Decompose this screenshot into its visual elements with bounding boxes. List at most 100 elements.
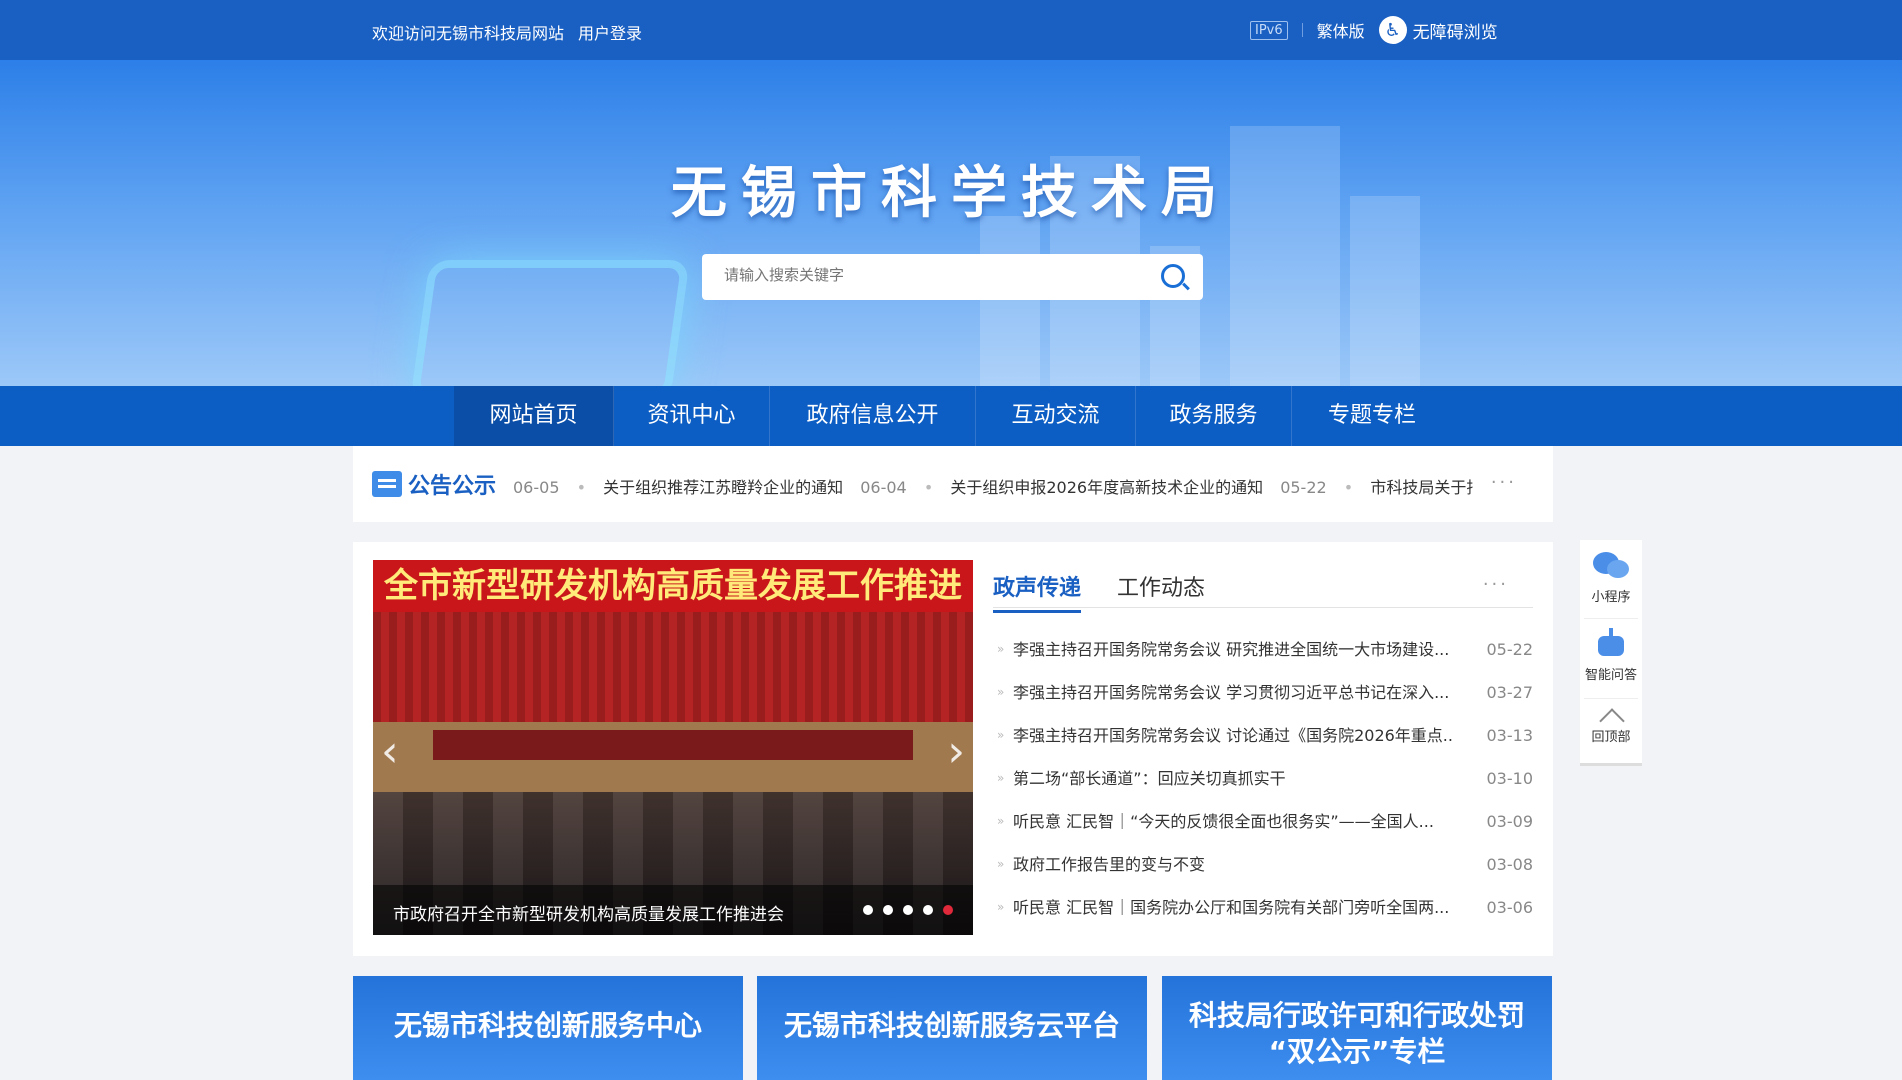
nav-item-gov-info[interactable]: 政府信息公开 [770,386,976,446]
top-bar-right: IPv6 繁体版 ♿ 无障碍浏览 [1250,16,1498,44]
news-title[interactable]: 李强主持召开国务院常务会议 讨论通过《国务院2026年重点... [1013,714,1453,757]
news-date: 03-08 [1486,855,1534,874]
banner-hexagon-decoration [410,260,690,386]
nav-item-interaction[interactable]: 互动交流 [976,386,1136,446]
list-item[interactable]: » 政府工作报告里的变与不变 03-08 [993,843,1533,886]
list-item[interactable]: » 第二场“部长通道”：回应关切真抓实干 03-10 [993,757,1533,800]
site-title: 无锡市科学技术局 [671,161,1231,226]
divider [1584,618,1638,619]
mini-program-button[interactable]: 小程序 [1580,548,1642,605]
nav-item-special-topics[interactable]: 专题专栏 [1292,386,1452,446]
news-more-button[interactable]: ··· [1483,574,1509,595]
news-date: 03-13 [1486,726,1534,745]
notice-bar: 公告公示 06-05 • 关于组织推荐江苏瞪羚企业的通知 06-04 • 关于组… [353,446,1553,522]
photo-banner-text: 全市新型研发机构高质量发展工作推进会 [373,560,973,658]
ai-qa-button[interactable]: 智能问答 [1580,626,1642,683]
carousel-next-icon[interactable]: › [947,730,965,774]
list-item[interactable]: » 听民意 汇民智｜“今天的反馈很全面也很务实”——全国人... 03-09 [993,800,1533,843]
back-to-top-button[interactable]: 回顶部 [1580,706,1642,745]
news-title[interactable]: 听民意 汇民智｜“今天的反馈很全面也很务实”——全国人... [1013,800,1453,843]
notice-date: 06-04 [860,478,907,497]
carousel-dots [863,905,953,915]
notice-link[interactable]: 市科技局关于拒 [1370,478,1473,497]
bullet-icon: » [997,642,1005,656]
bullet-icon: • [923,478,934,497]
news-date: 05-22 [1486,640,1534,659]
tab-work-updates[interactable]: 工作动态 [1117,570,1205,610]
notice-more-button[interactable]: ··· [1491,472,1517,493]
news-title[interactable]: 政府工作报告里的变与不变 [1013,843,1453,886]
carousel-prev-icon[interactable]: ‹ [381,730,399,774]
carousel-dot[interactable] [923,905,933,915]
mini-program-label: 小程序 [1591,590,1631,605]
photo-curtain [373,612,973,722]
news-panel: 政声传递 工作动态 ··· » 李强主持召开国务院常务会议 研究推进全国统一大市场… [993,560,1533,940]
search-icon[interactable] [1161,264,1185,288]
tile-dual-disclosure[interactable]: 科技局行政许可和行政处罚 “双公示”专栏 [1162,976,1552,1080]
top-bar-left: 欢迎访问无锡市科技局网站 用户登录 [372,20,642,44]
news-title[interactable]: 第二场“部长通道”：回应关切真抓实干 [1013,757,1453,800]
photo-stage [373,722,973,792]
news-date: 03-06 [1486,898,1534,917]
divider [1584,698,1638,699]
notice-date: 05-22 [1280,478,1327,497]
news-carousel[interactable]: 全市新型研发机构高质量发展工作推进会 ‹ › 市政府召开全市新型研发机构高质量发… [373,560,973,935]
notice-ticker: 06-05 • 关于组织推荐江苏瞪羚企业的通知 06-04 • 关于组织申报20… [513,474,1473,498]
news-date: 03-10 [1486,769,1534,788]
list-item[interactable]: » 李强主持召开国务院常务会议 讨论通过《国务院2026年重点... 03-13 [993,714,1533,757]
main-nav: 网站首页 资讯中心 政府信息公开 互动交流 政务服务 专题专栏 [0,386,1902,446]
robot-icon [1594,626,1628,660]
news-list: » 李强主持召开国务院常务会议 研究推进全国统一大市场建设... 05-22 » 李强… [993,628,1533,929]
traditional-chinese-link[interactable]: 繁体版 [1317,18,1365,42]
chevron-up-icon [1598,706,1624,724]
list-item[interactable]: » 李强主持召开国务院常务会议 研究推进全国统一大市场建设... 05-22 [993,628,1533,671]
carousel-dot[interactable] [863,905,873,915]
tile-label: 科技局行政许可和行政处罚 “双公示”专栏 [1162,998,1552,1070]
banner-building [980,216,1040,386]
notice-link[interactable]: 关于组织推荐江苏瞪羚企业的通知 [603,478,843,497]
header-banner: 无锡市科学技术局 [0,60,1902,386]
carousel-dot[interactable] [903,905,913,915]
wechat-icon [1591,548,1631,582]
carousel-dot-active[interactable] [943,905,953,915]
welcome-text: 欢迎访问无锡市科技局网站 [372,24,565,43]
bullet-icon: » [997,771,1005,785]
bullet-icon: • [1343,478,1354,497]
bullet-icon: » [997,814,1005,828]
bullet-icon: » [997,857,1005,871]
news-title[interactable]: 李强主持召开国务院常务会议 研究推进全国统一大市场建设... [1013,628,1453,671]
tile-label: 无锡市科技创新服务中心 [393,1009,702,1042]
notice-label: 公告公示 [372,468,496,500]
side-float-toolbar: 小程序 智能问答 回顶部 [1580,540,1642,766]
carousel-caption[interactable]: 市政府召开全市新型研发机构高质量发展工作推进会 [393,900,784,925]
bullet-icon: » [997,685,1005,699]
ipv6-badge: IPv6 [1250,20,1288,40]
news-title[interactable]: 听民意 汇民智｜国务院办公厅和国务院有关部门旁听全国两... [1013,886,1453,929]
wheelchair-icon: ♿ [1378,16,1407,44]
tile-label-line2: “双公示”专栏 [1268,1035,1446,1068]
news-title[interactable]: 李强主持召开国务院常务会议 学习贯彻习近平总书记在深入... [1013,671,1453,714]
search-input[interactable] [724,266,1144,284]
login-link[interactable]: 用户登录 [578,20,642,44]
notice-title: 公告公示 [408,474,497,499]
nav-item-news-center[interactable]: 资讯中心 [614,386,770,446]
tile-label: 无锡市科技创新服务云平台 [783,1009,1120,1042]
divider [1301,23,1303,37]
nav-item-home[interactable]: 网站首页 [454,386,614,446]
news-date: 03-27 [1486,683,1534,702]
news-tabs: 政声传递 工作动态 ··· [993,560,1533,613]
tab-policy-news[interactable]: 政声传递 [993,570,1082,613]
tile-innovation-cloud-platform[interactable]: 无锡市科技创新服务云平台 [757,976,1147,1080]
nav-item-gov-services[interactable]: 政务服务 [1136,386,1292,446]
list-item[interactable]: » 听民意 汇民智｜国务院办公厅和国务院有关部门旁听全国两... 03-06 [993,886,1533,929]
bullet-icon: • [576,478,587,497]
notice-link[interactable]: 关于组织申报2026年度高新技术企业的通知 [950,478,1263,497]
bullet-icon: » [997,728,1005,742]
notice-date: 06-05 [513,478,560,497]
tile-innovation-service-center[interactable]: 无锡市科技创新服务中心 [353,976,743,1080]
carousel-dot[interactable] [883,905,893,915]
accessibility-link[interactable]: ♿ 无障碍浏览 [1378,16,1498,44]
tile-label-line1: 科技局行政许可和行政处罚 [1188,999,1525,1032]
top-bar: 欢迎访问无锡市科技局网站 用户登录 IPv6 繁体版 ♿ 无障碍浏览 [0,0,1902,60]
list-item[interactable]: » 李强主持召开国务院常务会议 学习贯彻习近平总书记在深入... 03-27 [993,671,1533,714]
